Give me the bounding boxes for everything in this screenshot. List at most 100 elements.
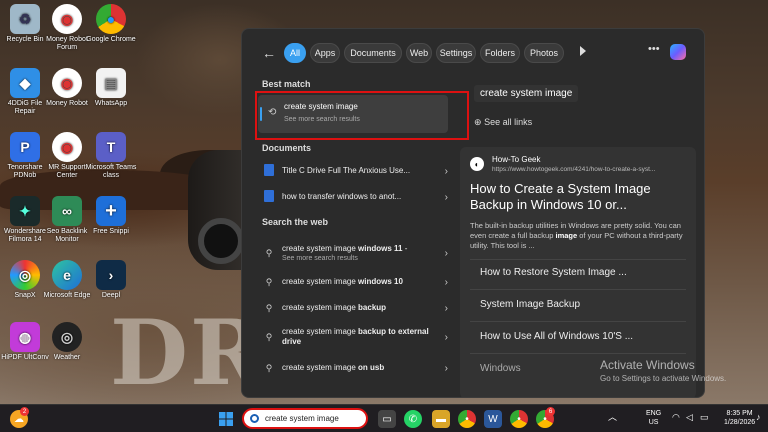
best-match-subtitle: See more search results — [284, 116, 360, 123]
pdnob-icon: P — [10, 132, 40, 162]
clock[interactable]: 8:35 PM 1/28/2026 — [724, 409, 755, 427]
show-hidden-icons-chevron-icon[interactable]: ︿ — [608, 413, 617, 422]
chrome-icon[interactable]: • — [458, 410, 476, 428]
taskbar-search-box[interactable]: create system image — [242, 408, 368, 429]
document-result[interactable]: Title C Drive Full The Anxious Use... › — [262, 160, 448, 182]
web-result-text: create system image windows 11 - See more… — [282, 243, 408, 262]
see-all-links[interactable]: ⊕ See all links — [474, 117, 532, 128]
related-link[interactable]: System Image Backup — [480, 299, 686, 310]
search-icon: ⚲ — [265, 302, 273, 313]
history-icon: ⟲ — [268, 107, 277, 118]
tab-web[interactable]: Web — [406, 43, 432, 63]
back-arrow-icon[interactable]: ← — [262, 45, 276, 61]
whatsapp-icon[interactable]: ✆ — [404, 410, 422, 428]
edge-icon: e — [52, 260, 82, 290]
desktop-icon-deepl[interactable]: › Deepl — [84, 260, 138, 300]
notification-badge: 6 — [546, 407, 555, 416]
related-link[interactable]: How to Restore System Image ... — [480, 267, 686, 278]
start-button[interactable] — [217, 410, 235, 428]
chrome-icon: ◉ — [52, 68, 82, 98]
file-repair-icon: ◆ — [10, 68, 40, 98]
snippi-icon: + — [96, 196, 126, 226]
tab-folders[interactable]: Folders — [480, 43, 520, 63]
recycle-bin-icon: ♻ — [10, 4, 40, 34]
web-result-text: create system image windows 10 — [282, 277, 403, 286]
desktop-icon-label: Weather — [53, 354, 81, 361]
related-link[interactable]: How to Use All of Windows 10'S ... — [480, 331, 686, 342]
notifications-bell-icon[interactable]: ♪ — [756, 413, 761, 422]
desktop-icon-free-snippi[interactable]: + Free Snippi — [84, 196, 138, 236]
tab-documents[interactable]: Documents — [344, 43, 402, 63]
search-icon: ⚲ — [265, 362, 273, 373]
teams-icon: T — [96, 132, 126, 162]
volume-icon[interactable]: ◁ — [686, 413, 693, 422]
web-result-text: create system image on usb — [282, 363, 385, 372]
tab-settings[interactable]: Settings — [436, 43, 476, 63]
web-result[interactable]: ⚲ create system image backup to external… — [262, 323, 448, 351]
file-explorer-icon[interactable]: ▬ — [432, 410, 450, 428]
tab-apps[interactable]: Apps — [310, 43, 340, 63]
desktop-icon-label: Google Chrome — [86, 36, 136, 43]
documents-heading: Documents — [262, 143, 312, 153]
copilot-icon[interactable] — [670, 44, 686, 60]
divider — [470, 259, 686, 260]
battery-icon[interactable]: ▭ — [700, 413, 709, 422]
web-result[interactable]: ⚲ create system image windows 10 › — [262, 271, 448, 293]
desktop-icon-weather[interactable]: ◎ Weather — [40, 322, 94, 362]
chevron-right-icon[interactable]: › — [438, 303, 448, 314]
best-match-heading: Best match — [262, 79, 311, 89]
web-result[interactable]: ⚲ create system image backup › — [262, 297, 448, 319]
preview-query-title: create system image — [474, 85, 579, 102]
activate-windows-title: Activate Windows — [600, 358, 695, 372]
desktop-icon-label: Free Snippi — [93, 228, 129, 235]
web-result-text: create system image backup to external d… — [282, 327, 429, 346]
web-result-text: create system image backup — [282, 303, 387, 312]
chevron-right-icon[interactable]: › — [438, 248, 448, 259]
deepl-icon: › — [96, 260, 126, 290]
chevron-right-icon[interactable]: › — [438, 363, 448, 374]
chrome-icon: ◉ — [52, 132, 82, 162]
article-headline[interactable]: How to Create a System Image Backup in W… — [470, 181, 690, 213]
windows-logo-icon — [219, 412, 233, 426]
wifi-icon[interactable]: ◠ — [672, 413, 680, 422]
language-indicator[interactable]: ENG US — [646, 409, 661, 427]
more-options-icon[interactable]: ••• — [648, 43, 660, 55]
chrome-icon: ● — [96, 4, 126, 34]
tab-all[interactable]: All — [284, 43, 306, 63]
time: 8:35 PM — [726, 410, 753, 417]
desktop-icon-whatsapp[interactable]: ▤ WhatsApp — [84, 68, 138, 108]
chevron-right-icon[interactable]: › — [438, 332, 448, 343]
background-car-wheel — [198, 218, 244, 264]
chevron-right-icon[interactable]: › — [438, 192, 448, 203]
site-header[interactable]: ◐ How-To Geek https://www.howtogeek.com/… — [470, 155, 692, 174]
tab-photos[interactable]: Photos — [524, 43, 564, 63]
start-search-panel: ← All Apps Documents Web Settings Folder… — [241, 28, 705, 398]
chrome-icon[interactable]: • — [510, 410, 528, 428]
site-url: https://www.howtogeek.com/4241/how-to-cr… — [492, 166, 656, 173]
snapx-icon: ◎ — [10, 260, 40, 290]
document-title: Title C Drive Full The Anxious Use... — [282, 166, 411, 175]
word-icon[interactable]: W — [484, 410, 502, 428]
chevron-right-icon[interactable]: › — [438, 166, 448, 177]
desktop-icon-google-chrome[interactable]: ● Google Chrome — [84, 4, 138, 44]
best-match-item[interactable]: ⟲ create system image See more search re… — [258, 95, 448, 133]
document-result[interactable]: how to transfer windows to anot... › — [262, 186, 448, 208]
search-icon — [250, 414, 259, 423]
site-favicon-icon: ◐ — [470, 157, 484, 171]
weather-icon: ◎ — [52, 322, 82, 352]
hipdf-icon: ◍ — [10, 322, 40, 352]
task-view-icon[interactable]: ▭ — [378, 410, 396, 428]
divider — [470, 321, 686, 322]
desktop-icon-label: Deepl — [101, 292, 121, 299]
desktop-icon-teams[interactable]: T Microsoft Teams class — [84, 132, 138, 180]
notification-badge: 2 — [20, 407, 29, 416]
chevron-right-icon[interactable]: › — [438, 277, 448, 288]
chrome-icon: ◉ — [52, 4, 82, 34]
web-result[interactable]: ⚲ create system image windows 11 - See mo… — [262, 239, 448, 267]
search-query: create system image — [265, 414, 339, 423]
article-snippet: The built-in backup utilities in Windows… — [470, 221, 683, 250]
search-icon: ⚲ — [265, 247, 273, 258]
web-result[interactable]: ⚲ create system image on usb › — [262, 357, 448, 379]
best-match-title: create system image — [284, 102, 358, 111]
scroll-tabs-arrow-icon[interactable] — [580, 46, 586, 56]
